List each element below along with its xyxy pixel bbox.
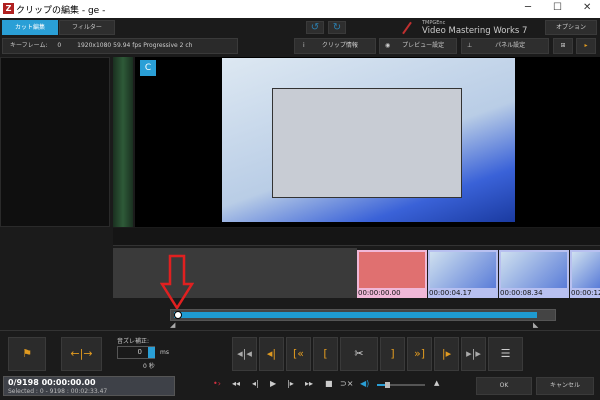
start-marker-icon[interactable]: ◢: [170, 321, 175, 329]
timeline-ruler: [113, 228, 600, 246]
window-title: クリップの編集 - ge -: [16, 6, 106, 16]
go-to-out-icon[interactable]: »]: [407, 337, 432, 371]
step-forward-icon[interactable]: |▸: [287, 379, 294, 388]
cut-icon[interactable]: ✂: [340, 337, 378, 371]
stream-info: 1920x1080 59.94 fps Progressive 2 ch: [77, 42, 193, 49]
title-bar: Z クリップの編集 - ge - ─ ☐ ✕: [0, 0, 600, 18]
thumbnail[interactable]: 00:00:00.00: [357, 250, 427, 298]
brand-name: Video Mastering Works 7: [422, 26, 528, 36]
trim-slider[interactable]: [170, 309, 556, 321]
level-meter: [113, 57, 133, 227]
close-button[interactable]: ✕: [583, 2, 591, 13]
left-panel: [0, 57, 110, 227]
preview-icon: ◉: [385, 42, 391, 49]
tab-cut-edit[interactable]: カット編集: [2, 20, 58, 35]
options-button[interactable]: オプション: [545, 20, 597, 35]
layout-icon[interactable]: ▸: [576, 38, 596, 54]
split-button[interactable]: ←|→: [61, 337, 102, 371]
keyframe-value: 0: [57, 42, 62, 49]
info-icon: i: [303, 42, 305, 49]
play-icon[interactable]: ▶: [270, 379, 276, 388]
add-panel-icon[interactable]: ⊞: [553, 38, 573, 54]
undo-icon[interactable]: ↺: [306, 21, 324, 34]
set-out-icon[interactable]: ]: [380, 337, 405, 371]
menu-icon[interactable]: ☰: [488, 337, 523, 371]
video-frame: [222, 58, 515, 222]
redo-icon[interactable]: ↻: [328, 21, 346, 34]
rewind-icon[interactable]: ◂◂: [232, 379, 240, 388]
video-frame-window: [272, 88, 462, 198]
timeline-empty: [113, 248, 357, 298]
app-icon: Z: [3, 3, 14, 14]
record-icon[interactable]: •›: [213, 379, 221, 388]
playhead-handle[interactable]: [174, 311, 182, 319]
tab-filter[interactable]: フィルター: [59, 20, 115, 35]
brand-logo-icon: [402, 21, 412, 35]
go-to-end-icon[interactable]: ▸|▸: [461, 337, 486, 371]
preview-settings-button[interactable]: ◉ プレビュー設定: [379, 38, 457, 54]
clip-marker-icon: C: [140, 60, 156, 76]
selected-range-bar: [174, 312, 537, 318]
maximize-button[interactable]: ☐: [553, 2, 562, 13]
loop-icon[interactable]: ⊃×: [340, 379, 353, 388]
panel-settings-button[interactable]: ⊥ パネル設定: [461, 38, 549, 54]
flag-button[interactable]: ⚑: [8, 337, 46, 371]
stop-icon[interactable]: ■: [325, 379, 333, 388]
cancel-button[interactable]: キャンセル: [536, 377, 594, 395]
thumbnail[interactable]: 00:00:04.17: [428, 250, 498, 298]
panel-icon: ⊥: [467, 42, 473, 49]
audio-offset-unit: ms: [160, 349, 169, 356]
fast-forward-icon[interactable]: ▸▸: [305, 379, 313, 388]
end-marker-icon[interactable]: ◣: [533, 321, 538, 329]
clip-info-button[interactable]: i クリップ情報: [294, 38, 376, 54]
prev-frame-icon[interactable]: ◂|: [259, 337, 284, 371]
next-frame-icon[interactable]: |▸: [434, 337, 459, 371]
go-to-in-icon[interactable]: [«: [286, 337, 311, 371]
volume-slider[interactable]: [377, 382, 425, 388]
thumbnail[interactable]: 00:00:12: [570, 250, 600, 298]
thumbnail[interactable]: 00:00:08.34: [499, 250, 569, 298]
stepper-icon[interactable]: [148, 347, 155, 358]
volume-icon[interactable]: ◀): [360, 379, 369, 388]
set-in-icon[interactable]: [: [313, 337, 338, 371]
current-time: 00:00:00.00: [41, 378, 96, 387]
status-panel: 0/9198 00:00:00.00 Selected : 0 - 9198 :…: [3, 376, 175, 396]
red-arrow-annotation: [160, 254, 194, 310]
selection-info: Selected : 0 - 9198 : 00:02:33.47: [8, 388, 108, 395]
frame-counter: 0/9198: [8, 378, 39, 387]
minimize-button[interactable]: ─: [525, 2, 531, 13]
preview-area: C: [135, 57, 600, 227]
keyframe-label: キーフレーム:: [10, 42, 48, 49]
audio-offset-seconds: 0 秒: [143, 363, 155, 370]
eject-icon[interactable]: ▲: [434, 379, 439, 387]
ok-button[interactable]: OK: [476, 377, 532, 395]
audio-offset-label: 音ズレ補正:: [117, 338, 150, 345]
step-back-icon[interactable]: ◂|: [252, 379, 259, 388]
stream-info-bar: キーフレーム: 0 1920x1080 59.94 fps Progressiv…: [2, 38, 238, 54]
go-to-start-icon[interactable]: ◂|◂: [232, 337, 257, 371]
